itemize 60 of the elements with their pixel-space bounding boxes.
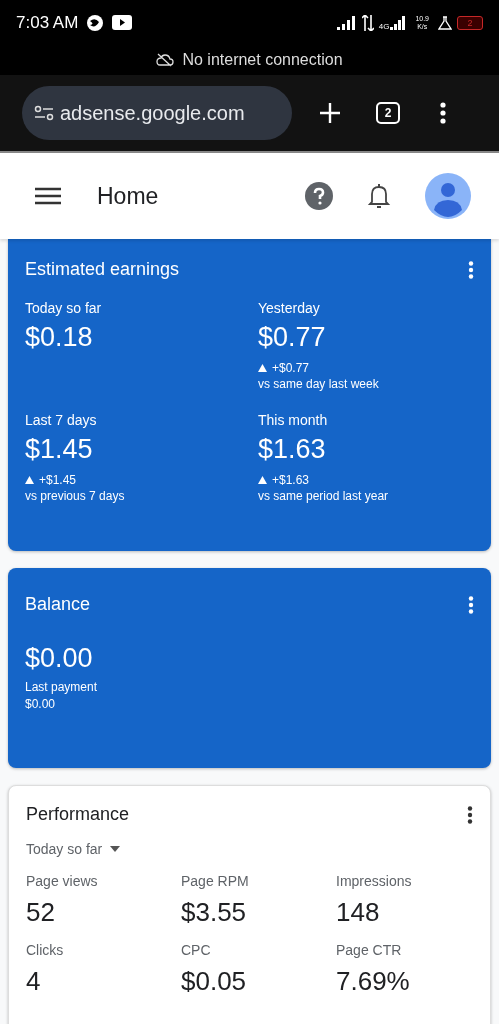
offline-message: No internet connection bbox=[182, 51, 343, 69]
signal-icon bbox=[390, 15, 407, 30]
metric-value: 52 bbox=[26, 897, 55, 928]
metric-value: $1.45 bbox=[25, 434, 93, 465]
metric-label: Page CTR bbox=[336, 942, 402, 958]
url-text: adsense.google.com bbox=[60, 101, 245, 125]
avatar-icon[interactable] bbox=[425, 173, 471, 219]
new-tab-icon[interactable] bbox=[318, 101, 342, 125]
metric-value: $1.63 bbox=[258, 434, 326, 465]
change-value: +$1.45 bbox=[39, 473, 77, 487]
comparison-text: vs same day last week bbox=[258, 376, 379, 392]
metric-label: Page views bbox=[26, 873, 98, 889]
more-options-icon[interactable] bbox=[467, 805, 473, 824]
menu-icon[interactable] bbox=[35, 187, 61, 205]
card-title: Performance bbox=[26, 804, 130, 825]
metric-value: 4 bbox=[26, 966, 41, 997]
metric-label: Last 7 days bbox=[25, 412, 97, 428]
network-type: 4G bbox=[378, 22, 390, 31]
metric-value: $0.77 bbox=[258, 322, 326, 353]
data-transfer-icon bbox=[361, 14, 374, 31]
comparison-text: vs previous 7 days bbox=[25, 488, 125, 504]
metric-label: Page RPM bbox=[181, 873, 249, 889]
page-title: Home bbox=[97, 182, 160, 210]
balance-value: $0.00 bbox=[25, 643, 94, 674]
more-options-icon[interactable] bbox=[440, 102, 446, 124]
card-title: Balance bbox=[25, 594, 91, 615]
up-triangle-icon bbox=[258, 476, 267, 484]
card-title: Estimated earnings bbox=[25, 259, 180, 280]
metric-value: $0.05 bbox=[181, 966, 247, 997]
notifications-icon[interactable] bbox=[367, 183, 391, 209]
period-dropdown[interactable]: Today so far bbox=[26, 841, 121, 857]
url-bar[interactable]: adsense.google.com bbox=[22, 86, 292, 140]
warning-flask-icon bbox=[438, 15, 452, 30]
metric-label: Clicks bbox=[26, 942, 64, 958]
last-payment-value: $0.00 bbox=[25, 696, 57, 712]
signal-icon bbox=[336, 15, 357, 30]
metric-value: 7.69% bbox=[336, 966, 410, 997]
comparison-text: vs same period last year bbox=[258, 488, 389, 504]
metric-label: Impressions bbox=[336, 873, 412, 889]
metric-value: $0.18 bbox=[25, 322, 93, 353]
site-settings-icon[interactable] bbox=[34, 105, 54, 121]
tab-count-button[interactable]: 2 bbox=[376, 102, 400, 124]
metric-label: Yesterday bbox=[258, 300, 320, 316]
metric-label: Today so far bbox=[25, 300, 102, 316]
change-value: +$1.63 bbox=[272, 473, 310, 487]
battery-level: 2 bbox=[467, 17, 473, 28]
cloud-off-icon bbox=[156, 53, 175, 67]
metric-label: This month bbox=[258, 412, 328, 428]
up-triangle-icon bbox=[25, 476, 34, 484]
app-notification-icon bbox=[86, 13, 105, 32]
status-time: 7:03 AM bbox=[16, 12, 79, 33]
video-notification-icon bbox=[112, 15, 133, 30]
metric-value: 148 bbox=[336, 897, 380, 928]
change-value: +$0.77 bbox=[272, 361, 310, 375]
up-triangle-icon bbox=[258, 364, 267, 372]
caret-icon bbox=[110, 846, 121, 852]
last-payment-label: Last payment bbox=[25, 679, 99, 695]
metric-value: $3.55 bbox=[181, 897, 247, 928]
metric-label: CPC bbox=[181, 942, 211, 958]
help-icon[interactable] bbox=[305, 182, 333, 210]
